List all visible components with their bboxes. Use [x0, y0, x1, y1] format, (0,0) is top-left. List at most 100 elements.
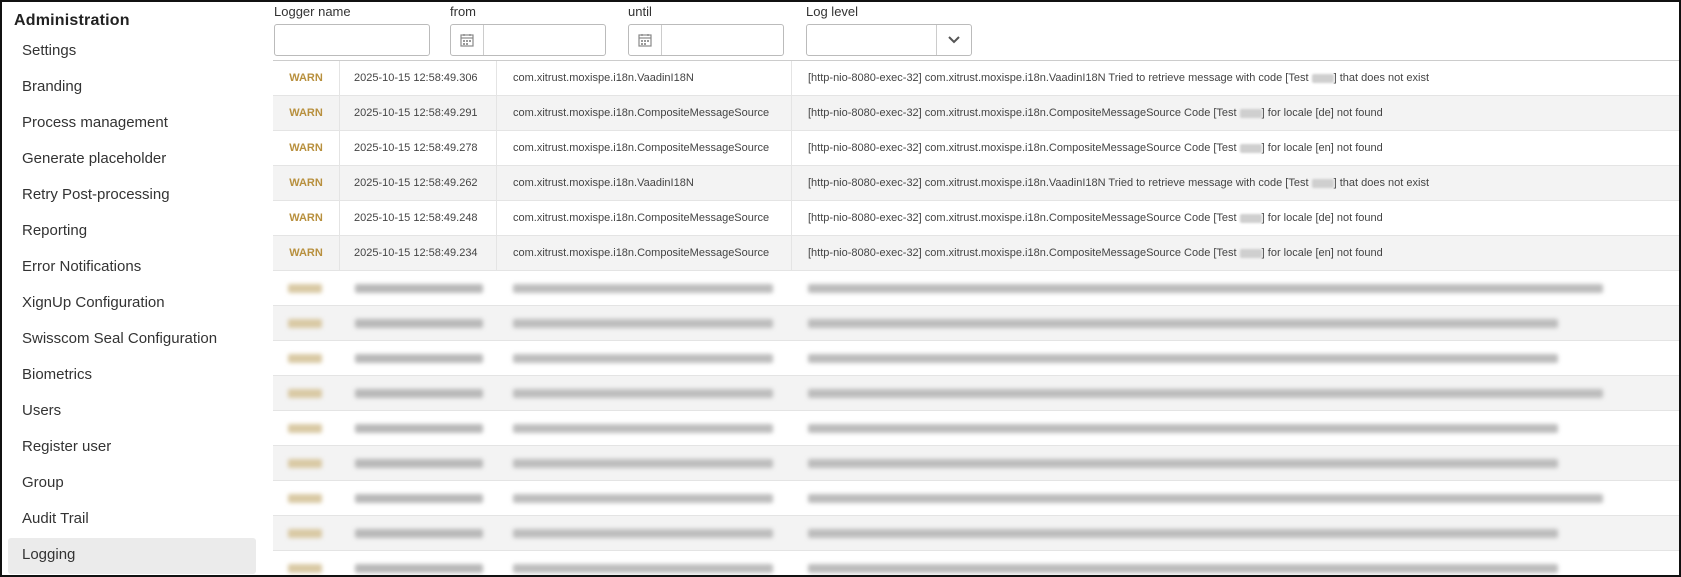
table-row[interactable] — [273, 306, 1679, 341]
sidebar-item-logging[interactable]: Logging — [8, 538, 256, 574]
table-row[interactable]: WARN 2025-10-15 12:58:49.248 com.xitrust.m… — [273, 201, 1679, 236]
table-row[interactable]: WARN 2025-10-15 12:58:49.262 com.xitrust.m… — [273, 166, 1679, 201]
timestamp-cell: 2025-10-15 12:58:49.234 — [339, 236, 497, 270]
redacted-text — [355, 494, 483, 503]
message-cell: [http-nio-8080-exec-32] com.xitrust.moxi… — [792, 131, 1679, 165]
table-row[interactable]: WARN 2025-10-15 12:58:49.278 com.xitrust.m… — [273, 131, 1679, 166]
redacted-text — [355, 529, 483, 538]
sidebar-item-retry-post-processing[interactable]: Retry Post-processing — [8, 178, 256, 214]
sidebar-item-error-notifications[interactable]: Error Notifications — [8, 250, 256, 286]
logger-name-input[interactable] — [274, 24, 430, 56]
message-text: ] for locale [en] not found — [1261, 142, 1383, 154]
redacted-text — [513, 564, 773, 573]
sidebar-item-users[interactable]: Users — [8, 394, 256, 430]
from-date-input[interactable] — [450, 24, 606, 56]
redacted-text — [1239, 248, 1262, 258]
message-text: [http-nio-8080-exec-32] com.xitrust.moxi… — [808, 72, 1309, 84]
log-level-cell: WARN — [273, 201, 340, 235]
message-text: [http-nio-8080-exec-32] com.xitrust.moxi… — [808, 177, 1309, 189]
log-table: WARN 2025-10-15 12:58:49.306 com.xitrust.m… — [273, 60, 1679, 575]
redacted-text — [513, 354, 773, 363]
redacted-text — [513, 494, 773, 503]
sidebar-item-generate-placeholder[interactable]: Generate placeholder — [8, 142, 256, 178]
table-row[interactable] — [273, 516, 1679, 551]
calendar-icon[interactable] — [451, 25, 484, 55]
redacted-text — [808, 564, 1558, 573]
timestamp-cell: 2025-10-15 12:58:49.306 — [339, 61, 497, 95]
redacted-text — [513, 284, 773, 293]
redacted-text — [355, 284, 483, 293]
redacted-text — [808, 354, 1558, 363]
redacted-text — [808, 284, 1603, 293]
table-row[interactable] — [273, 271, 1679, 306]
sidebar-item-biometrics[interactable]: Biometrics — [8, 358, 256, 394]
redacted-text — [288, 319, 322, 328]
logger-cell: com.xitrust.moxispe.i18n.CompositeMessag… — [497, 236, 792, 270]
sidebar-item-xignup-configuration[interactable]: XignUp Configuration — [8, 286, 256, 322]
message-cell: [http-nio-8080-exec-32] com.xitrust.moxi… — [792, 96, 1679, 130]
sidebar-menu: Settings Branding Process management Genera… — [8, 34, 256, 574]
timestamp-cell: 2025-10-15 12:58:49.262 — [339, 166, 497, 200]
redacted-text — [808, 529, 1558, 538]
log-level-cell: WARN — [273, 236, 340, 270]
table-row[interactable] — [273, 341, 1679, 376]
app-window: Administration Settings Branding Process m… — [0, 0, 1681, 577]
sidebar-item-process-management[interactable]: Process management — [8, 106, 256, 142]
table-row[interactable] — [273, 446, 1679, 481]
redacted-text — [1239, 143, 1262, 153]
table-row[interactable]: WARN 2025-10-15 12:58:49.234 com.xitrust.m… — [273, 236, 1679, 271]
redacted-text — [355, 389, 483, 398]
table-row[interactable]: WARN 2025-10-15 12:58:49.291 com.xitrust.m… — [273, 96, 1679, 131]
logger-name-label: Logger name — [274, 4, 351, 19]
sidebar-item-branding[interactable]: Branding — [8, 70, 256, 106]
redacted-text — [1239, 108, 1262, 118]
redacted-text — [1311, 73, 1334, 83]
redacted-text — [355, 424, 483, 433]
table-row[interactable]: WARN 2025-10-15 12:58:49.306 com.xitrust.m… — [273, 61, 1679, 96]
message-cell: [http-nio-8080-exec-32] com.xitrust.moxi… — [792, 61, 1679, 95]
sidebar-item-group[interactable]: Group — [8, 466, 256, 502]
redacted-text — [288, 354, 322, 363]
log-level-cell: WARN — [273, 61, 340, 95]
table-row[interactable] — [273, 376, 1679, 411]
table-row[interactable] — [273, 481, 1679, 516]
message-cell: [http-nio-8080-exec-32] com.xitrust.moxi… — [792, 236, 1679, 270]
log-level-label: Log level — [806, 4, 859, 19]
redacted-text — [288, 389, 322, 398]
message-text: ] for locale [de] not found — [1261, 107, 1383, 119]
redacted-text — [288, 459, 322, 468]
until-date-input[interactable] — [628, 24, 784, 56]
logger-cell: com.xitrust.moxispe.i18n.CompositeMessag… — [497, 201, 792, 235]
redacted-text — [288, 494, 322, 503]
sidebar-item-swisscom-seal-configuration[interactable]: Swisscom Seal Configuration — [8, 322, 256, 358]
filter-bar: Logger name from until Log level — [272, 2, 1679, 60]
redacted-text — [1239, 213, 1262, 223]
chevron-down-icon[interactable] — [936, 25, 971, 55]
log-level-select[interactable] — [806, 24, 972, 56]
message-text: [http-nio-8080-exec-32] com.xitrust.moxi… — [808, 107, 1237, 119]
redacted-text — [808, 494, 1603, 503]
redacted-text — [513, 389, 773, 398]
redacted-text — [808, 459, 1558, 468]
timestamp-cell: 2025-10-15 12:58:49.248 — [339, 201, 497, 235]
table-row[interactable] — [273, 551, 1679, 575]
calendar-icon[interactable] — [629, 25, 662, 55]
message-cell: [http-nio-8080-exec-32] com.xitrust.moxi… — [792, 201, 1679, 235]
logger-cell: com.xitrust.moxispe.i18n.VaadinI18N — [497, 61, 792, 95]
message-text: ] for locale [en] not found — [1261, 247, 1383, 259]
sidebar-item-register-user[interactable]: Register user — [8, 430, 256, 466]
logger-cell: com.xitrust.moxispe.i18n.CompositeMessag… — [497, 131, 792, 165]
sidebar-item-settings[interactable]: Settings — [8, 34, 256, 70]
message-text: ] that does not exist — [1333, 177, 1429, 189]
timestamp-cell: 2025-10-15 12:58:49.291 — [339, 96, 497, 130]
redacted-text — [355, 564, 483, 573]
table-row[interactable] — [273, 411, 1679, 446]
sidebar-item-audit-trail[interactable]: Audit Trail — [8, 502, 256, 538]
sidebar-item-reporting[interactable]: Reporting — [8, 214, 256, 250]
log-level-cell: WARN — [273, 131, 340, 165]
redacted-text — [288, 564, 322, 573]
redacted-text — [513, 319, 773, 328]
redacted-text — [288, 529, 322, 538]
timestamp-cell: 2025-10-15 12:58:49.278 — [339, 131, 497, 165]
redacted-text — [808, 319, 1558, 328]
